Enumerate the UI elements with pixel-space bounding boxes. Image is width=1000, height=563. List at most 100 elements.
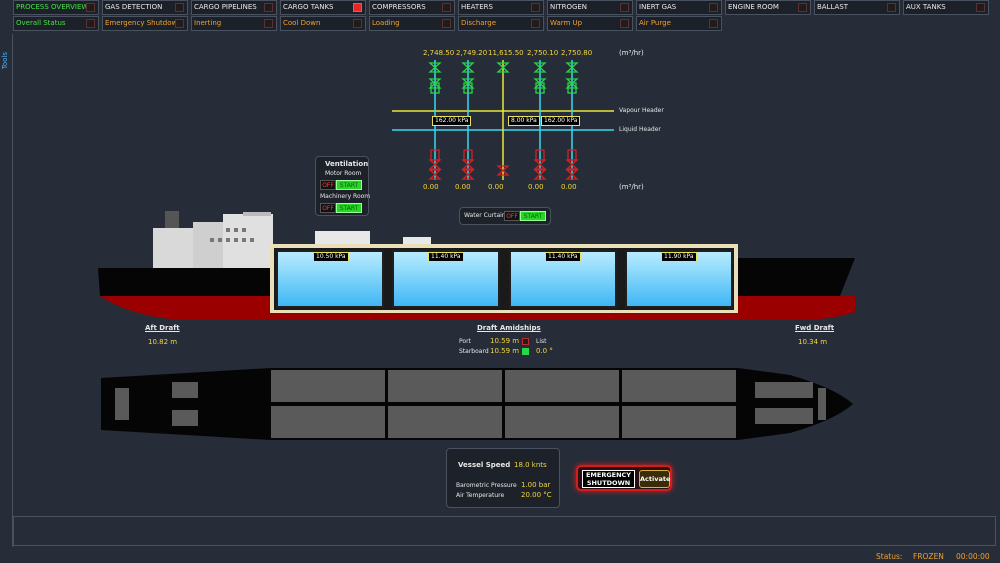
- top-flow-2: 2,749.20: [456, 49, 488, 57]
- tab-label: CARGO PIPELINES: [194, 3, 257, 11]
- fwd-draft-value: 10.34 m: [798, 338, 828, 346]
- process-tab-inerting[interactable]: Inerting: [191, 16, 277, 31]
- status-indicator-icon: [86, 19, 95, 28]
- emergency-shutdown-panel: EMERGENCY SHUTDOWN Activate: [576, 465, 672, 491]
- tab-label: NITROGEN: [550, 3, 588, 11]
- list-label: List: [536, 338, 547, 345]
- tab-label: Discharge: [461, 19, 497, 27]
- status-indicator-icon: [264, 19, 273, 28]
- main-tab-cargo-tanks[interactable]: CARGO TANKS: [280, 0, 366, 15]
- tank-4-pressure: 11.90 kPa: [661, 252, 697, 262]
- barometric-pressure-label: Barometric Pressure: [456, 482, 517, 489]
- draft-amidships-label: Draft Amidships: [477, 324, 541, 332]
- air-temperature-label: Air Temperature: [456, 492, 505, 499]
- status-indicator-icon: [353, 3, 362, 12]
- top-flow-1: 2,748.50: [423, 49, 455, 57]
- tank-1-pressure: 10.50 kPa: [313, 252, 349, 262]
- vessel-info-panel: Vessel Speed 18.0 knts Barometric Pressu…: [446, 448, 560, 508]
- top-flow-unit: (m³/hr): [619, 49, 644, 57]
- port-label: Port: [459, 338, 471, 345]
- tab-label: Cool Down: [283, 19, 321, 27]
- aft-draft-value: 10.82 m: [148, 338, 178, 346]
- main-tab-nitrogen[interactable]: NITROGEN: [547, 0, 633, 15]
- manifold-pressure-3: 162.00 kPa: [541, 116, 581, 126]
- main-tab-cargo-pipelines[interactable]: CARGO PIPELINES: [191, 0, 277, 15]
- tab-label: Emergency Shutdown: [105, 19, 182, 27]
- top-flow-5: 2,750.80: [561, 49, 593, 57]
- manifold-pressure-2: 8.00 kPa: [508, 116, 540, 126]
- status-indicator-icon: [353, 19, 362, 28]
- tab-label: Overall Status: [16, 19, 66, 27]
- tab-label: COMPRESSORS: [372, 3, 426, 11]
- barometric-pressure-value: 1.00 bar: [521, 481, 551, 489]
- motor-room-switch: OFF START: [320, 180, 362, 190]
- status-indicator-icon: [620, 3, 629, 12]
- status-indicator-icon: [442, 3, 451, 12]
- aft-draft-label: Aft Draft: [145, 324, 180, 332]
- vessel-speed-label: Vessel Speed: [458, 461, 511, 469]
- status-indicator-icon: [620, 19, 629, 28]
- starboard-indicator: [522, 348, 529, 355]
- fwd-draft-label: Fwd Draft: [795, 324, 835, 332]
- main-tab-inert-gas[interactable]: INERT GAS: [636, 0, 722, 15]
- tools-tab[interactable]: Tools: [1, 52, 9, 69]
- process-tab-warm-up[interactable]: Warm Up: [547, 16, 633, 31]
- tab-label: AUX TANKS: [906, 3, 946, 11]
- process-tab-discharge[interactable]: Discharge: [458, 16, 544, 31]
- status-label: Status:: [876, 552, 903, 561]
- main-tab-ballast[interactable]: BALLAST: [814, 0, 900, 15]
- tab-label: Loading: [372, 19, 400, 27]
- activate-button[interactable]: Activate: [639, 470, 670, 488]
- bottom-flow-1: 0.00: [423, 183, 439, 191]
- tab-label: Air Purge: [639, 19, 671, 27]
- main-tab-compressors[interactable]: COMPRESSORS: [369, 0, 455, 15]
- process-tab-air-purge[interactable]: Air Purge: [636, 16, 722, 31]
- manifold-pressure-1: 162.00 kPa: [432, 116, 472, 126]
- process-tab-loading[interactable]: Loading: [369, 16, 455, 31]
- port-draft-value: 10.59 m: [490, 337, 520, 345]
- process-tab-overall-status[interactable]: Overall Status: [13, 16, 99, 31]
- motor-room-off-button[interactable]: OFF: [320, 180, 336, 190]
- tab-label: INERT GAS: [639, 3, 677, 11]
- starboard-label: Starboard: [459, 348, 489, 355]
- main-nav-row: PROCESS OVERVIEW GAS DETECTION CARGO PIPEL…: [13, 0, 989, 15]
- vapour-header-label: Vapour Header: [619, 107, 664, 114]
- status-indicator-icon: [86, 3, 95, 12]
- tab-label: GAS DETECTION: [105, 3, 163, 11]
- status-indicator-icon: [531, 3, 540, 12]
- process-tab-cool-down[interactable]: Cool Down: [280, 16, 366, 31]
- emergency-shutdown-button[interactable]: EMERGENCY SHUTDOWN: [582, 470, 635, 488]
- motor-room-start-button[interactable]: START: [336, 180, 362, 190]
- main-tab-engine-room[interactable]: ENGINE ROOM: [725, 0, 811, 15]
- bottom-flow-2: 0.00: [455, 183, 471, 191]
- status-indicator-icon: [531, 19, 540, 28]
- top-flow-4: 2,750.10: [527, 49, 559, 57]
- status-indicator-icon: [264, 3, 273, 12]
- main-tab-aux-tanks[interactable]: AUX TANKS: [903, 0, 989, 15]
- ship-top-view: [101, 368, 853, 440]
- ventilation-title: Ventilation: [325, 160, 369, 168]
- status-indicator-icon: [798, 3, 807, 12]
- bottom-flow-unit: (m³/hr): [619, 183, 644, 191]
- tank-3-pressure: 11.40 kPa: [545, 252, 581, 262]
- bottom-flow-4: 0.00: [528, 183, 544, 191]
- tab-label: ENGINE ROOM: [728, 3, 779, 11]
- starboard-draft-value: 10.59 m: [490, 347, 520, 355]
- top-flow-3: 11,615.50: [488, 49, 524, 57]
- tab-label: Inerting: [194, 19, 222, 27]
- liquid-header-label: Liquid Header: [619, 126, 661, 133]
- main-tab-gas-detection[interactable]: GAS DETECTION: [102, 0, 188, 15]
- status-indicator-icon: [709, 19, 718, 28]
- status-indicator-icon: [709, 3, 718, 12]
- status-indicator-icon: [976, 3, 985, 12]
- tab-label: BALLAST: [817, 3, 849, 11]
- process-tab-emergency-shutdown[interactable]: Emergency Shutdown: [102, 16, 188, 31]
- bottom-flow-5: 0.00: [561, 183, 577, 191]
- tab-label: HEATERS: [461, 3, 493, 11]
- main-tab-heaters[interactable]: HEATERS: [458, 0, 544, 15]
- left-divider: [12, 34, 13, 547]
- motor-room-label: Motor Room: [325, 170, 362, 177]
- status-indicator-icon: [175, 3, 184, 12]
- main-tab-process-overview[interactable]: PROCESS OVERVIEW: [13, 0, 99, 15]
- list-value: 0.0 °: [536, 347, 553, 355]
